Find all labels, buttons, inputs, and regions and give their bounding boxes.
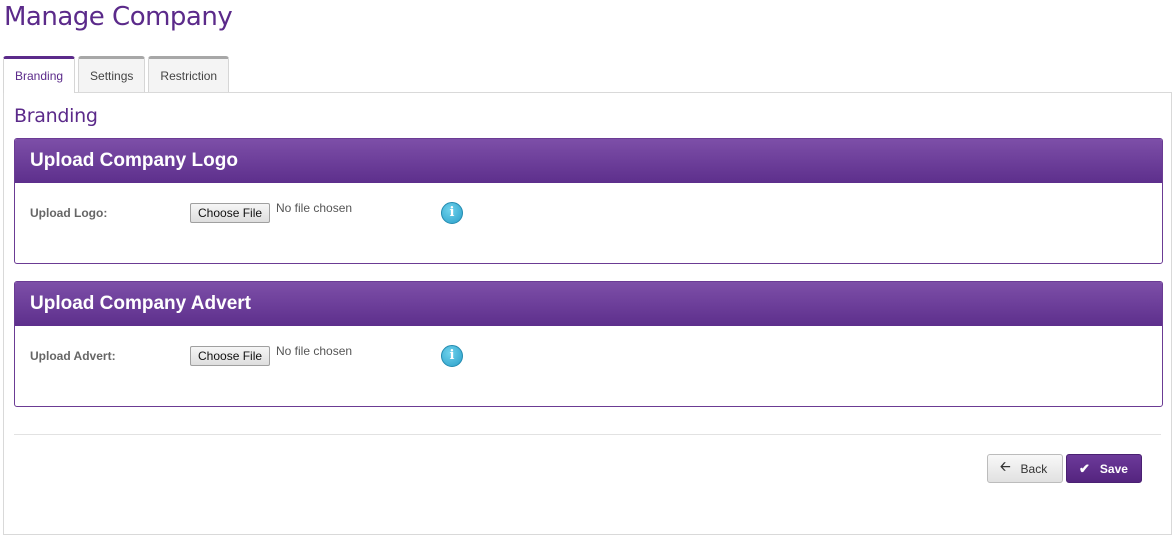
tab-restriction[interactable]: Restriction: [148, 56, 230, 92]
logo-file-status: No file chosen: [276, 201, 353, 215]
tab-content-branding: Branding Upload Company Logo Upload Logo…: [3, 92, 1172, 535]
upload-advert-label: Upload Advert:: [30, 349, 116, 363]
divider: [14, 434, 1161, 435]
arrow-left-icon: 🡠: [1000, 458, 1011, 474]
upload-logo-panel: Upload Company Logo Upload Logo: Choose …: [14, 138, 1163, 264]
advert-file-status: No file chosen: [276, 344, 353, 358]
upload-advert-panel: Upload Company Advert Upload Advert: Cho…: [14, 281, 1163, 407]
save-button[interactable]: ✔ Save: [1066, 454, 1142, 483]
panel-header: Upload Company Advert: [15, 282, 1162, 326]
section-title: Branding: [14, 105, 98, 127]
panel-header: Upload Company Logo: [15, 139, 1162, 183]
check-icon: ✔: [1079, 460, 1090, 476]
choose-logo-file-button[interactable]: Choose File: [190, 203, 271, 223]
choose-advert-file-button[interactable]: Choose File: [190, 346, 271, 366]
tab-settings[interactable]: Settings: [78, 56, 146, 92]
info-icon[interactable]: i: [441, 345, 463, 367]
info-icon[interactable]: i: [441, 202, 463, 224]
tab-branding[interactable]: Branding: [3, 56, 76, 93]
upload-advert-row: Upload Advert: Choose File No file chose…: [15, 326, 1162, 406]
save-label: Save: [1099, 461, 1128, 476]
tab-bar: Branding Settings Restriction: [3, 56, 232, 93]
back-label: Back: [1020, 461, 1048, 476]
upload-logo-label: Upload Logo:: [30, 206, 108, 220]
back-button[interactable]: 🡠 Back: [987, 454, 1063, 483]
page-title: Manage Company: [4, 2, 233, 32]
upload-logo-row: Upload Logo: Choose File No file chosen …: [15, 183, 1162, 263]
